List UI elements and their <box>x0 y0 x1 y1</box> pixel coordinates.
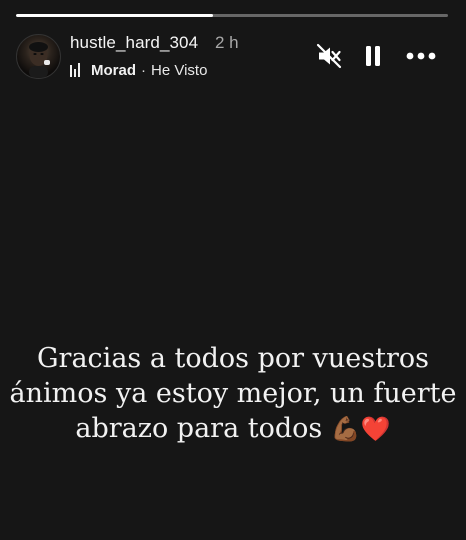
more-options-button[interactable] <box>404 42 438 70</box>
story-timestamp: 2 h <box>215 33 239 52</box>
speaker-muted-icon <box>316 43 342 69</box>
story-username[interactable]: hustle_hard_304 <box>70 33 198 53</box>
music-bars-icon <box>70 63 80 77</box>
avatar-image <box>29 42 50 78</box>
story-caption: Gracias a todos por vuestros ánimos ya e… <box>0 341 466 447</box>
story-progress-bar <box>16 14 448 17</box>
caption-line-1: Gracias a todos por vuestros <box>36 343 429 374</box>
story-music-info[interactable]: Morad · He Visto <box>70 60 207 80</box>
caption-line-2: ánimos ya estoy mejor, un fuerte <box>9 378 457 409</box>
flexed-biceps-emoji: 💪🏾 <box>330 415 361 443</box>
story-progress-fill <box>16 14 213 17</box>
more-options-icon <box>406 52 436 60</box>
music-track: He Visto <box>151 61 208 79</box>
music-artist: Morad <box>91 61 136 79</box>
caption-line-3: abrazo para todos 💪🏾❤️ <box>0 411 466 447</box>
pause-button[interactable] <box>359 42 387 70</box>
music-separator: · <box>141 61 146 79</box>
caption-line-3-text: abrazo para todos <box>75 413 323 444</box>
story-viewer: hustle_hard_304 2 h Morad · He Visto Gra… <box>0 0 466 540</box>
red-heart-emoji: ❤️ <box>360 415 391 443</box>
avatar[interactable] <box>16 34 61 79</box>
pause-icon <box>366 46 380 66</box>
mute-button[interactable] <box>315 42 343 70</box>
